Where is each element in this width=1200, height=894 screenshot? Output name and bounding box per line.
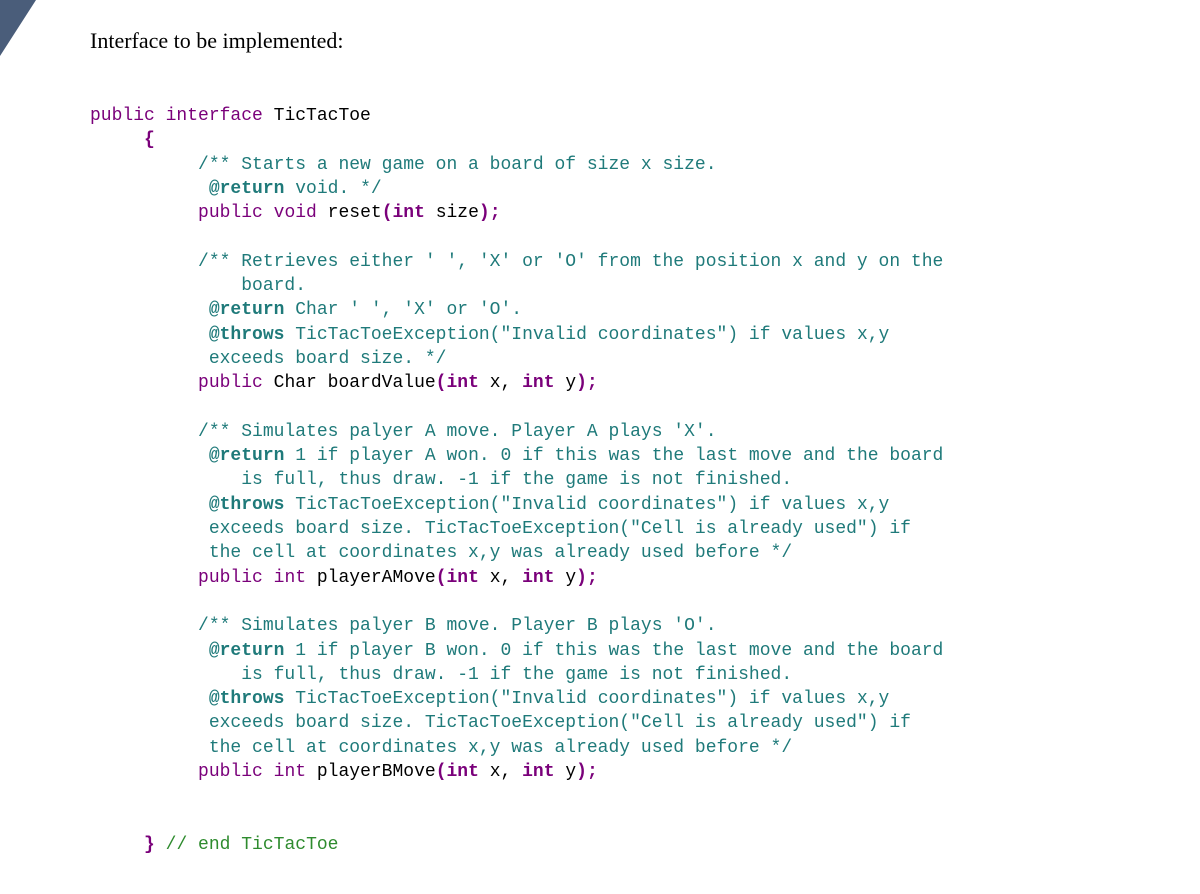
- code-block: public interface TicTacToe { /** Starts …: [90, 104, 1160, 857]
- code-text: [263, 203, 274, 223]
- javadoc-line: [90, 689, 209, 709]
- javadoc-return-tag: @return: [209, 179, 285, 199]
- param-name: y: [555, 373, 577, 393]
- method-name: reset: [317, 203, 382, 223]
- javadoc-line: exceeds board size. */: [90, 349, 446, 369]
- param-name: x,: [479, 373, 522, 393]
- javadoc-line: 1 if player B won. 0 if this was the las…: [284, 641, 943, 661]
- param-name: x,: [479, 568, 522, 588]
- method-name: playerBMove: [306, 762, 436, 782]
- corner-decoration: [0, 0, 36, 56]
- javadoc-line: TicTacToeException("Invalid coordinates"…: [284, 689, 889, 709]
- terminator: );: [576, 568, 598, 588]
- javadoc-line: exceeds board size. TicTacToeException("…: [90, 519, 911, 539]
- javadoc-throws-tag: @throws: [209, 325, 285, 345]
- javadoc-line: [90, 179, 209, 199]
- keyword-public: public: [90, 106, 155, 126]
- end-comment: // end TicTacToe: [166, 835, 339, 855]
- javadoc-line: /** Starts a new game on a board of size…: [90, 155, 717, 175]
- param-type: int: [522, 568, 554, 588]
- section-heading: Interface to be implemented:: [90, 28, 344, 54]
- param-name: y: [555, 762, 577, 782]
- javadoc-line: exceeds board size. TicTacToeException("…: [90, 713, 911, 733]
- brace-open: {: [90, 130, 155, 150]
- javadoc-return-tag: @return: [209, 300, 285, 320]
- code-text: [90, 203, 198, 223]
- type-name: TicTacToe: [263, 106, 371, 126]
- code-text: [155, 835, 166, 855]
- param-type: int: [522, 762, 554, 782]
- code-text: [90, 762, 198, 782]
- param-name: size: [425, 203, 479, 223]
- javadoc-line: /** Simulates palyer B move. Player B pl…: [90, 616, 717, 636]
- param-name: y: [555, 568, 577, 588]
- method-name: playerAMove: [306, 568, 436, 588]
- brace-close: }: [144, 835, 155, 855]
- javadoc-line: [90, 325, 209, 345]
- keyword-void: void: [274, 203, 317, 223]
- terminator: );: [576, 762, 598, 782]
- return-type: Char boardValue: [263, 373, 436, 393]
- param-type: (int: [382, 203, 425, 223]
- code-text: [263, 762, 274, 782]
- javadoc-return-tag: @return: [209, 641, 285, 661]
- keyword-public: public: [198, 568, 263, 588]
- javadoc-line: TicTacToeException("Invalid coordinates"…: [284, 495, 889, 515]
- code-text: [90, 568, 198, 588]
- javadoc-line: [90, 446, 209, 466]
- code-text: [90, 835, 144, 855]
- keyword-public: public: [198, 203, 263, 223]
- keyword-public: public: [198, 373, 263, 393]
- javadoc-throws-tag: @throws: [209, 495, 285, 515]
- keyword-interface: interface: [166, 106, 263, 126]
- javadoc-line: Char ' ', 'X' or 'O'.: [284, 300, 522, 320]
- code-text: [155, 106, 166, 126]
- javadoc-line: the cell at coordinates x,y was already …: [90, 738, 792, 758]
- javadoc-line: is full, thus draw. -1 if the game is no…: [90, 665, 792, 685]
- javadoc-return-tag: @return: [209, 446, 285, 466]
- terminator: );: [479, 203, 501, 223]
- javadoc-line: /** Simulates palyer A move. Player A pl…: [90, 422, 717, 442]
- javadoc-throws-tag: @throws: [209, 689, 285, 709]
- code-text: [263, 568, 274, 588]
- param-type: (int: [436, 373, 479, 393]
- javadoc-line: board.: [90, 276, 306, 296]
- javadoc-line: [90, 641, 209, 661]
- javadoc-line: the cell at coordinates x,y was already …: [90, 543, 792, 563]
- code-text: [90, 373, 198, 393]
- javadoc-line: is full, thus draw. -1 if the game is no…: [90, 470, 792, 490]
- keyword-public: public: [198, 762, 263, 782]
- terminator: );: [576, 373, 598, 393]
- javadoc-line: TicTacToeException("Invalid coordinates"…: [284, 325, 889, 345]
- javadoc-line: [90, 495, 209, 515]
- param-type: int: [522, 373, 554, 393]
- keyword-int: int: [274, 568, 306, 588]
- param-type: (int: [436, 568, 479, 588]
- param-type: (int: [436, 762, 479, 782]
- javadoc-line: [90, 300, 209, 320]
- javadoc-line: /** Retrieves either ' ', 'X' or 'O' fro…: [90, 252, 943, 272]
- javadoc-line: 1 if player A won. 0 if this was the las…: [284, 446, 943, 466]
- javadoc-line: void. */: [284, 179, 381, 199]
- keyword-int: int: [274, 762, 306, 782]
- param-name: x,: [479, 762, 522, 782]
